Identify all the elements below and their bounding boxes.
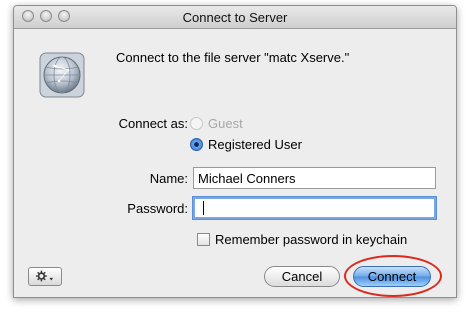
dialog-message: Connect to the file server "matc Xserve.… — [116, 50, 350, 65]
guest-radio-label[interactable]: Guest — [208, 116, 243, 131]
gear-menu-icon — [36, 270, 54, 282]
remember-password-label[interactable]: Remember password in keychain — [215, 232, 407, 247]
text-cursor — [203, 201, 204, 215]
connect-as-label: Connect as: — [118, 116, 188, 131]
registered-user-radio[interactable] — [190, 138, 203, 151]
password-field[interactable] — [193, 197, 436, 219]
globe-server-icon — [39, 52, 85, 98]
password-label: Password: — [127, 201, 188, 216]
title-bar[interactable]: Connect to Server — [14, 6, 456, 29]
name-field[interactable] — [193, 167, 436, 189]
action-menu-button[interactable] — [28, 267, 62, 286]
guest-radio[interactable] — [190, 117, 203, 130]
cancel-button[interactable]: Cancel — [264, 266, 340, 287]
registered-user-radio-label[interactable]: Registered User — [208, 137, 302, 152]
window-title: Connect to Server — [182, 10, 288, 25]
connect-highlight-annotation — [344, 255, 442, 297]
remember-password-checkbox[interactable] — [197, 233, 210, 246]
name-label: Name: — [149, 171, 188, 186]
